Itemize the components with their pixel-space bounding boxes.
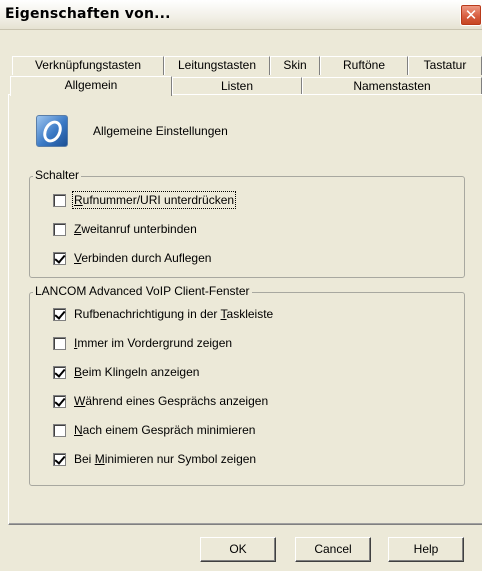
checkbox-row[interactable]: Beim Klingeln anzeigen — [53, 364, 199, 380]
checkbox-label: Bei Minimieren nur Symbol zeigen — [74, 452, 256, 466]
tab-tastatur[interactable]: Tastatur — [408, 56, 482, 75]
checkbox-row[interactable]: Rufnummer/URI unterdrücken — [53, 191, 237, 209]
label-text: askleiste — [226, 307, 274, 321]
close-button[interactable]: ✕ — [460, 4, 482, 26]
label-text: mmer im Vordergrund zeigen — [77, 336, 233, 350]
checkbox-label: Beim Klingeln anzeigen — [74, 365, 199, 379]
label-text: Bei — [74, 452, 95, 466]
access-key: R — [74, 193, 83, 207]
cancel-button[interactable]: Cancel — [295, 537, 371, 562]
checkbox-row[interactable]: Zweitanruf unterbinden — [53, 221, 197, 237]
checkbox-row[interactable]: Verbinden durch Auflegen — [53, 250, 211, 266]
voip-client-icon — [36, 115, 68, 147]
label-text: Rufbenachrichtigung in der — [74, 307, 221, 321]
tab-skin[interactable]: Skin — [270, 56, 320, 75]
access-key: B — [74, 365, 83, 379]
checkbox-checked[interactable] — [53, 394, 66, 408]
tab-label: Leitungstasten — [177, 58, 257, 72]
access-key: M — [94, 452, 105, 466]
checkbox-row[interactable]: Bei Minimieren nur Symbol zeigen — [53, 451, 256, 467]
tab-label: Allgemein — [64, 78, 118, 92]
label-text: ufnummer/URI unterdrücken — [82, 193, 235, 207]
tab-allgemein[interactable]: Allgemein — [10, 76, 172, 96]
checkbox-row[interactable]: Immer im Vordergrund zeigen — [53, 335, 232, 351]
checkbox-checked[interactable] — [53, 251, 66, 265]
tab-label: Tastatur — [423, 58, 467, 72]
checkbox-unchecked[interactable] — [53, 423, 66, 437]
label-text: weitanruf unterbinden — [81, 222, 197, 236]
group-title-schalter: Schalter — [33, 168, 82, 182]
checkbox-unchecked[interactable] — [53, 336, 66, 350]
title-bar[interactable]: Eigenschaften von... ✕ — [0, 0, 482, 30]
checkbox-row[interactable]: Nach einem Gespräch minimieren — [53, 422, 255, 438]
checkbox-label: Zweitanruf unterbinden — [74, 222, 197, 236]
checkbox-label: Rufbenachrichtigung in der Taskleiste — [74, 307, 273, 321]
close-icon: ✕ — [464, 6, 478, 24]
checkbox-label: Während eines Gesprächs anzeigen — [74, 394, 268, 408]
checkbox-checked[interactable] — [53, 307, 66, 321]
tab-label: Verknüpfungstasten — [34, 58, 142, 72]
access-key: N — [74, 423, 83, 437]
checkbox-label: Immer im Vordergrund zeigen — [74, 336, 232, 350]
tab-label: Listen — [220, 79, 254, 93]
checkbox-checked[interactable] — [53, 452, 66, 466]
checkbox-label: Rufnummer/URI unterdrücken — [71, 191, 237, 209]
group-title-client-fenster: LANCOM Advanced VoIP Client-Fenster — [33, 284, 252, 298]
tab-verknuepfungstasten[interactable]: Verknüpfungstasten — [12, 56, 164, 75]
label-text: inimieren nur Symbol zeigen — [104, 452, 257, 466]
tab-ruftoene[interactable]: Ruftöne — [320, 56, 408, 75]
checkbox-label: Verbinden durch Auflegen — [74, 251, 211, 265]
label-text: ährend eines Gesprächs anzeigen — [85, 394, 269, 408]
help-button[interactable]: Help — [388, 537, 464, 562]
window-title: Eigenschaften von... — [5, 6, 171, 22]
ok-button[interactable]: OK — [200, 537, 276, 562]
tab-label: Skin — [283, 58, 307, 72]
checkbox-label: Nach einem Gespräch minimieren — [74, 423, 255, 437]
tab-leitungstasten[interactable]: Leitungstasten — [164, 56, 270, 75]
section-heading: Allgemeine Einstellungen — [93, 124, 228, 138]
label-text: erbinden durch Auflegen — [81, 251, 212, 265]
label-text: ach einem Gespräch minimieren — [82, 423, 256, 437]
checkbox-checked[interactable] — [53, 365, 66, 379]
access-key: W — [74, 394, 86, 408]
checkbox-row[interactable]: Während eines Gesprächs anzeigen — [53, 393, 268, 409]
checkbox-unchecked[interactable] — [53, 193, 66, 207]
label-text: eim Klingeln anzeigen — [82, 365, 200, 379]
tab-label: Namenstasten — [353, 79, 431, 93]
checkbox-unchecked[interactable] — [53, 222, 66, 236]
tab-label: Ruftöne — [342, 58, 386, 72]
checkbox-row[interactable]: Rufbenachrichtigung in der Taskleiste — [53, 306, 273, 322]
